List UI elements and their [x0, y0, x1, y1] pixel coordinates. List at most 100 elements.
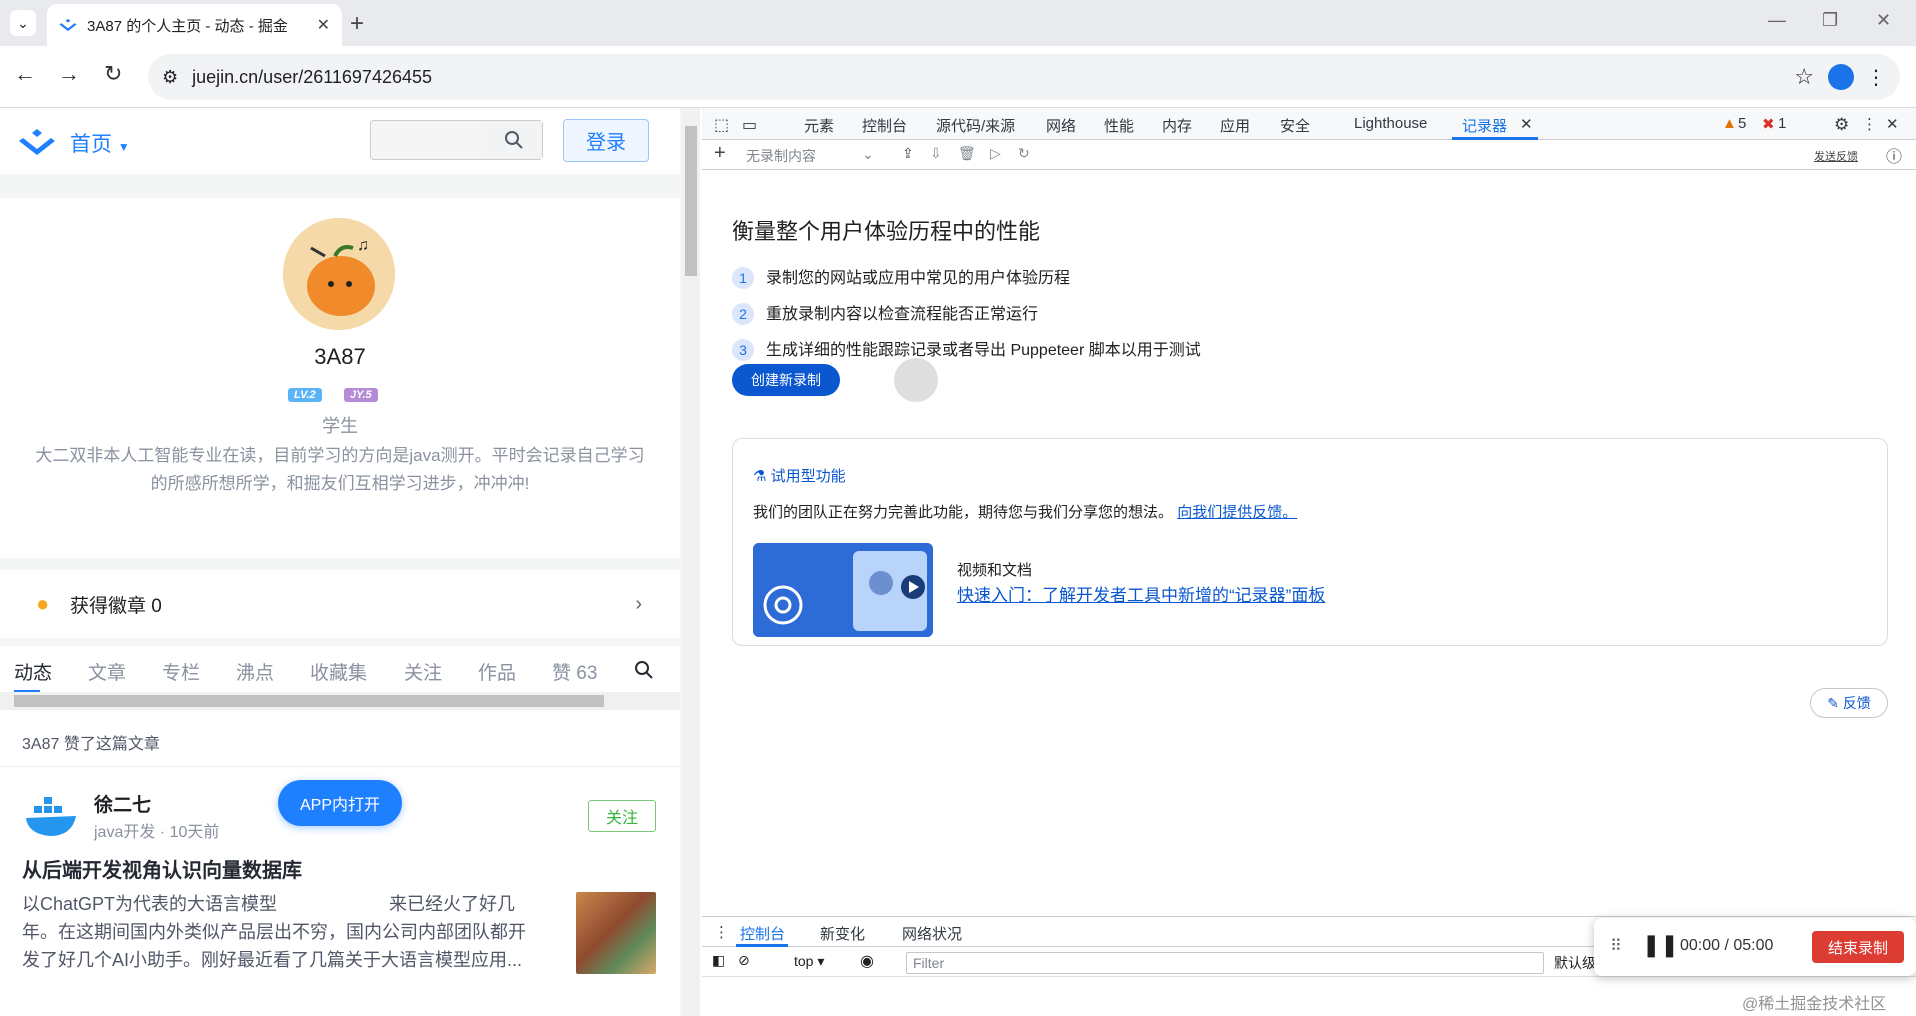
help-icon[interactable]: ⓘ [1886, 143, 1902, 167]
send-feedback-link[interactable]: 发送反馈 [1814, 148, 1858, 164]
warning-count[interactable]: 5 [1738, 115, 1746, 132]
profile-icon[interactable] [1828, 64, 1854, 90]
create-recording-button[interactable]: 创建新录制 [732, 364, 840, 396]
tab-dynamic[interactable]: 动态 [14, 658, 52, 685]
experimental-desc-text: 我们的团队正在努力完善此功能，期待您与我们分享您的想法。 [753, 504, 1174, 521]
tab-sources[interactable]: 源代码/来源 [936, 115, 1015, 136]
drawer-tab-whats-new[interactable]: 新变化 [820, 923, 865, 944]
close-recorder-tab-icon[interactable]: ✕ [1520, 115, 1533, 133]
redo-icon[interactable]: ↻ [1018, 145, 1030, 162]
video-docs-label: 视频和文档 [957, 562, 1033, 579]
more-menu-icon[interactable]: ⋮ [1866, 65, 1886, 90]
reload-icon[interactable]: ↻ [104, 61, 122, 87]
avatar[interactable]: ♫ [283, 218, 395, 330]
tab-recorder[interactable]: 记录器 [1462, 115, 1507, 136]
stop-recording-button[interactable]: 结束录制 [1812, 931, 1904, 963]
close-window-icon[interactable]: ✕ [1876, 10, 1891, 31]
caret-down-icon: ▼ [117, 140, 130, 154]
tab-articles[interactable]: 文章 [88, 658, 126, 685]
badges-row[interactable]: ● 获得徽章 0 › [0, 570, 680, 638]
avatar-orange-icon: ♫ [283, 218, 395, 330]
tab-console[interactable]: 控制台 [862, 115, 907, 136]
author-name[interactable]: 徐二七 [94, 790, 151, 817]
tab-elements[interactable]: 元素 [804, 115, 834, 136]
bookmark-star-icon[interactable]: ☆ [1794, 64, 1814, 90]
error-icon[interactable]: ✖ [1762, 115, 1775, 133]
follow-button[interactable]: 关注 [588, 800, 656, 832]
back-icon[interactable]: ← [14, 61, 36, 87]
tab-search-icon[interactable] [634, 660, 654, 680]
video-thumbnail[interactable] [753, 543, 933, 637]
feedback-link[interactable]: 向我们提供反馈。 [1177, 504, 1297, 521]
warning-icon[interactable]: ▲ [1722, 115, 1737, 132]
context-select[interactable]: top ▾ [794, 953, 824, 970]
address-bar[interactable]: ⚙ juejin.cn/user/2611697426455 ☆ ⋮ [148, 54, 1900, 100]
delete-icon[interactable]: 🗑 [958, 145, 976, 162]
export-icon[interactable]: ⇪ [902, 145, 914, 162]
step-text: 录制您的网站或应用中常见的用户体验历程 [766, 270, 1071, 287]
tab-following[interactable]: 关注 [404, 658, 442, 685]
inspect-element-icon[interactable]: ⬚ [714, 115, 729, 135]
page-vertical-scrollbar[interactable] [682, 108, 700, 1016]
restore-icon[interactable]: ❐ [1822, 10, 1838, 31]
tab-network[interactable]: 网络 [1046, 115, 1076, 136]
minimize-icon[interactable]: — [1768, 10, 1786, 31]
tab-search-button[interactable]: ⌄ [10, 10, 36, 36]
search-button[interactable] [486, 121, 542, 159]
profile-bio: 大二双非本人工智能专业在读，目前学习的方向是java测开。平时会记录自己学习的所… [35, 446, 645, 493]
horizontal-scrollbar[interactable] [0, 692, 680, 710]
abstract-line-3: 发了好几个AI小助手。刚好最近看了几篇关于大语言模型应用... [22, 950, 523, 970]
clear-console-icon[interactable]: ⊘ [738, 952, 750, 969]
tab-security[interactable]: 安全 [1280, 115, 1310, 136]
eye-icon[interactable]: ◉ [860, 951, 874, 971]
login-button[interactable]: 登录 [563, 119, 649, 162]
add-recording-icon[interactable]: + [714, 142, 726, 165]
feedback-button[interactable]: ✎ 反馈 [1810, 688, 1888, 718]
search-input[interactable] [370, 120, 543, 160]
forward-icon[interactable]: → [58, 61, 80, 87]
article-thumbnail[interactable] [576, 892, 656, 974]
home-label: 首页 [70, 133, 112, 156]
juejin-logo-icon[interactable] [18, 129, 56, 155]
sidebar-toggle-icon[interactable]: ◧ [712, 952, 725, 969]
site-info-icon[interactable]: ⚙ [162, 67, 178, 88]
import-icon[interactable]: ⇩ [930, 145, 942, 162]
drawer-tab-console[interactable]: 控制台 [740, 923, 785, 944]
console-filter-input[interactable]: Filter [906, 952, 1544, 974]
error-count[interactable]: 1 [1778, 115, 1786, 132]
article-title[interactable]: 从后端开发视角认识向量数据库 [22, 854, 302, 883]
devtools-more-icon[interactable]: ⋮ [1862, 115, 1877, 133]
chevron-right-icon: › [635, 592, 642, 615]
tab-collections[interactable]: 收藏集 [310, 658, 367, 685]
tab-lighthouse[interactable]: Lighthouse [1354, 115, 1427, 132]
tab-application[interactable]: 应用 [1220, 115, 1250, 136]
tab-pins[interactable]: 沸点 [236, 658, 274, 685]
scrollbar-thumb[interactable] [14, 695, 604, 707]
recording-select[interactable]: 无录制内容 [746, 146, 816, 166]
settings-gear-icon[interactable]: ⚙ [1834, 115, 1849, 135]
profile-role: 学生 [322, 416, 358, 436]
drag-handle-icon[interactable]: ⠿ [1610, 936, 1622, 956]
drawer-menu-icon[interactable]: ⋮ [714, 923, 729, 941]
tab-columns[interactable]: 专栏 [162, 658, 200, 685]
device-toolbar-icon[interactable]: ▭ [742, 115, 757, 135]
scrollbar-thumb[interactable] [685, 126, 697, 276]
close-devtools-icon[interactable]: ✕ [1886, 115, 1899, 133]
tab-memory[interactable]: 内存 [1162, 115, 1192, 136]
new-tab-button[interactable]: + [350, 10, 364, 38]
pause-icon[interactable]: ❚❚ [1642, 932, 1679, 958]
quickstart-link[interactable]: 快速入门：了解开发者工具中新增的“记录器”面板 [957, 581, 1325, 606]
browser-tab[interactable]: 3A87 的个人主页 - 动态 - 掘金 ✕ [47, 4, 342, 46]
close-tab-icon[interactable]: ✕ [317, 15, 330, 35]
home-dropdown[interactable]: 首页 ▼ [70, 128, 130, 158]
open-in-app-button[interactable]: APP内打开 [278, 780, 402, 826]
drawer-tab-network-conditions[interactable]: 网络状况 [902, 923, 962, 944]
replay-icon[interactable]: ▷ [990, 145, 1001, 162]
tab-performance[interactable]: 性能 [1104, 115, 1134, 136]
author-avatar[interactable] [22, 792, 80, 840]
default-levels-select[interactable]: 默认级 [1554, 953, 1596, 973]
tab-likes[interactable]: 赞 63 [552, 658, 597, 685]
tab-works[interactable]: 作品 [478, 658, 516, 685]
devtools-panel: ⬚ ▭ 元素 控制台 源代码/来源 网络 性能 内存 应用 安全 Lightho… [702, 108, 1916, 1016]
mouse-cursor-highlight [894, 358, 938, 402]
